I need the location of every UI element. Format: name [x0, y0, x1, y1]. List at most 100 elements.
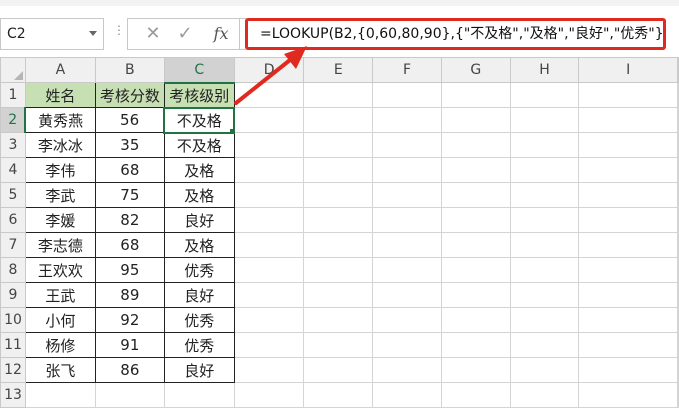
- column-header-c[interactable]: C: [163, 57, 235, 84]
- empty-cell[interactable]: [509, 232, 580, 258]
- column-header-g[interactable]: G: [440, 57, 511, 83]
- empty-cell[interactable]: [509, 282, 580, 308]
- table-cell[interactable]: 91: [94, 332, 165, 358]
- fill-handle[interactable]: [229, 127, 233, 131]
- column-header-i[interactable]: I: [578, 57, 678, 83]
- table-cell[interactable]: 良好: [163, 207, 235, 233]
- empty-cell[interactable]: [303, 157, 374, 183]
- empty-cell[interactable]: [440, 157, 511, 183]
- table-cell[interactable]: 张飞: [24, 357, 96, 383]
- active-cell[interactable]: 不及格: [163, 106, 236, 134]
- empty-cell[interactable]: [578, 207, 678, 233]
- table-cell[interactable]: 良好: [163, 357, 235, 383]
- empty-cell[interactable]: [578, 157, 678, 183]
- empty-cell[interactable]: [372, 307, 442, 333]
- table-cell[interactable]: 小何: [24, 307, 96, 333]
- empty-cell[interactable]: [578, 307, 678, 333]
- empty-cell[interactable]: [233, 332, 305, 358]
- row-header[interactable]: 1: [0, 82, 26, 108]
- empty-cell[interactable]: [303, 107, 374, 133]
- table-cell[interactable]: 不及格: [163, 132, 235, 158]
- empty-cell[interactable]: [578, 107, 678, 133]
- empty-cell[interactable]: [372, 382, 442, 408]
- empty-cell[interactable]: [509, 82, 580, 108]
- empty-cell[interactable]: [578, 82, 678, 108]
- formula-input[interactable]: =LOOKUP(B2,{0,60,80,90},{"不及格","及格","良好"…: [245, 18, 666, 50]
- empty-cell[interactable]: [440, 382, 511, 408]
- empty-cell[interactable]: [509, 157, 580, 183]
- table-cell[interactable]: 86: [94, 357, 165, 383]
- empty-cell[interactable]: [509, 182, 580, 208]
- table-cell[interactable]: 95: [94, 257, 165, 283]
- table-cell[interactable]: 82: [94, 207, 165, 233]
- empty-cell[interactable]: [677, 107, 679, 133]
- empty-cell[interactable]: [677, 307, 679, 333]
- empty-cell[interactable]: [233, 382, 305, 408]
- table-cell[interactable]: 李冰冰: [24, 132, 96, 158]
- column-header-b[interactable]: B: [94, 57, 165, 83]
- table-cell[interactable]: 王欢欢: [24, 257, 96, 283]
- empty-cell[interactable]: [578, 332, 678, 358]
- table-cell[interactable]: 68: [94, 157, 165, 183]
- empty-cell[interactable]: [440, 257, 511, 283]
- table-cell[interactable]: 及格: [163, 232, 235, 258]
- empty-cell[interactable]: [677, 357, 679, 383]
- row-header[interactable]: 6: [0, 207, 26, 233]
- empty-cell[interactable]: [372, 157, 442, 183]
- empty-cell[interactable]: [233, 307, 305, 333]
- empty-cell[interactable]: [233, 357, 305, 383]
- empty-cell[interactable]: [233, 82, 305, 108]
- row-header[interactable]: 9: [0, 282, 26, 308]
- empty-cell[interactable]: [233, 157, 305, 183]
- row-header[interactable]: 7: [0, 232, 26, 258]
- empty-cell[interactable]: [509, 332, 580, 358]
- row-header[interactable]: 12: [0, 357, 26, 383]
- empty-cell[interactable]: [440, 332, 511, 358]
- empty-cell[interactable]: [509, 357, 580, 383]
- table-cell[interactable]: 及格: [163, 157, 235, 183]
- empty-cell[interactable]: [677, 257, 679, 283]
- table-cell[interactable]: 89: [94, 282, 165, 308]
- empty-cell[interactable]: [233, 107, 305, 133]
- empty-cell[interactable]: [303, 357, 374, 383]
- table-header-cell[interactable]: 姓名: [24, 82, 96, 108]
- empty-cell[interactable]: [372, 107, 442, 133]
- row-header[interactable]: 13: [0, 382, 26, 408]
- row-header[interactable]: 5: [0, 182, 26, 208]
- table-cell[interactable]: 李武: [24, 182, 96, 208]
- empty-cell[interactable]: [372, 82, 442, 108]
- table-cell[interactable]: 杨修: [24, 332, 96, 358]
- empty-cell[interactable]: [303, 182, 374, 208]
- table-cell[interactable]: 68: [94, 232, 165, 258]
- close-icon[interactable]: ✕: [138, 19, 168, 49]
- empty-cell[interactable]: [578, 257, 678, 283]
- empty-cell[interactable]: [677, 132, 679, 158]
- empty-cell[interactable]: [163, 382, 235, 408]
- empty-cell[interactable]: [372, 207, 442, 233]
- empty-cell[interactable]: [233, 232, 305, 258]
- empty-cell[interactable]: [233, 182, 305, 208]
- empty-cell[interactable]: [94, 382, 165, 408]
- empty-cell[interactable]: [578, 357, 678, 383]
- empty-cell[interactable]: [578, 382, 678, 408]
- empty-cell[interactable]: [677, 382, 679, 408]
- empty-cell[interactable]: [440, 357, 511, 383]
- empty-cell[interactable]: [509, 107, 580, 133]
- empty-cell[interactable]: [303, 232, 374, 258]
- empty-cell[interactable]: [233, 257, 305, 283]
- insert-function-button[interactable]: fx: [206, 19, 236, 49]
- table-cell[interactable]: 92: [94, 307, 165, 333]
- table-header-cell[interactable]: 考核分数: [94, 82, 165, 108]
- empty-cell[interactable]: [677, 157, 679, 183]
- empty-cell[interactable]: [233, 282, 305, 308]
- empty-cell[interactable]: [509, 307, 580, 333]
- empty-cell[interactable]: [233, 132, 305, 158]
- empty-cell[interactable]: [372, 132, 442, 158]
- row-header[interactable]: 2: [0, 107, 27, 133]
- row-header[interactable]: 3: [0, 132, 26, 158]
- empty-cell[interactable]: [440, 107, 511, 133]
- empty-cell[interactable]: [578, 232, 678, 258]
- table-cell[interactable]: 李伟: [24, 157, 96, 183]
- empty-cell[interactable]: [372, 257, 442, 283]
- column-header-h[interactable]: H: [509, 57, 580, 83]
